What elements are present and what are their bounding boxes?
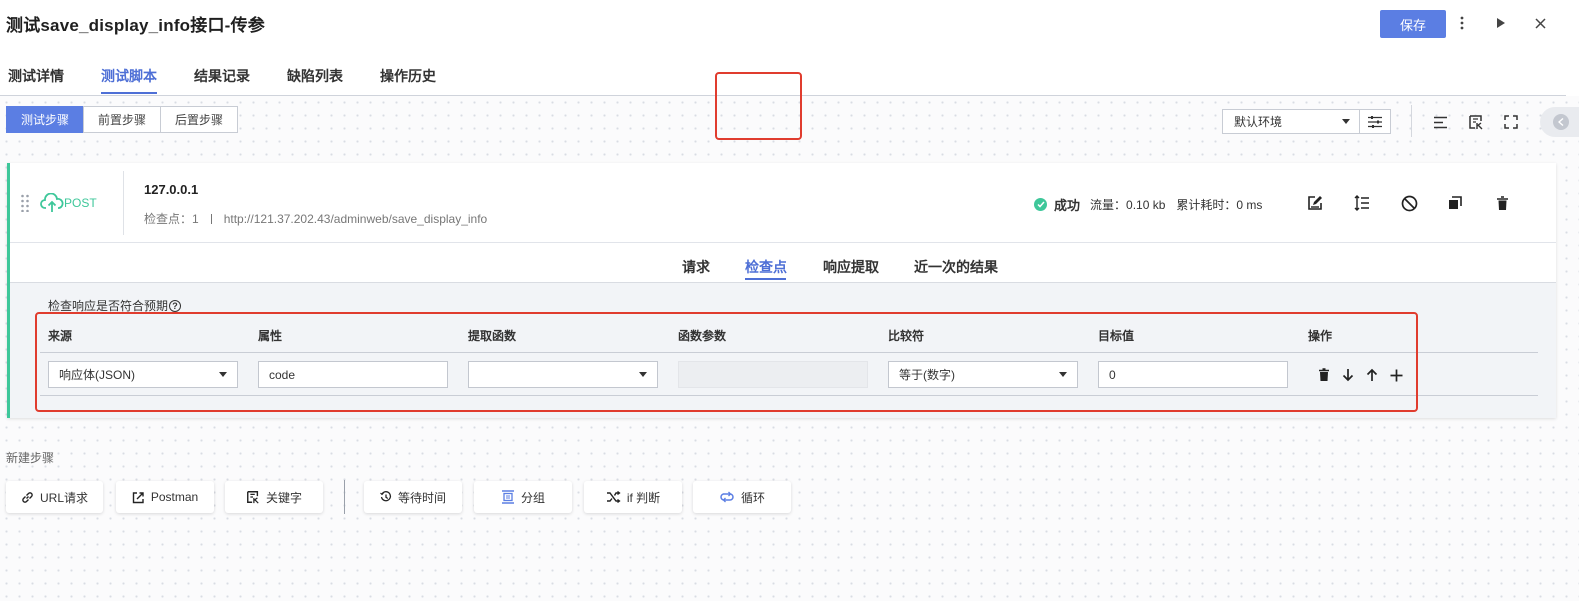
new-keyword-button[interactable]: 关键字 [225, 481, 323, 513]
sub-tab-request[interactable]: 请求 [682, 257, 710, 277]
chevron-left-icon [1553, 114, 1569, 130]
run-icon[interactable] [1489, 11, 1513, 35]
tab-defect-list[interactable]: 缺陷列表 [287, 66, 343, 94]
sub-tab-checkpoint[interactable]: 检查点 [745, 257, 787, 277]
keyword-icon [247, 491, 259, 504]
link-icon [22, 491, 33, 503]
segment-pre-steps[interactable]: 前置步骤 [83, 106, 162, 133]
save-button[interactable]: 保存 [1380, 10, 1446, 38]
disable-icon[interactable] [1399, 193, 1419, 213]
toolbar-separator [1411, 105, 1412, 137]
group-icon [501, 490, 514, 504]
step-sub-tabs: 请求 检查点 响应提取 近一次的结果 [10, 243, 1556, 283]
close-icon[interactable] [1528, 11, 1552, 35]
step-type-segmented: 测试步骤 前置步骤 后置步骤 [6, 106, 239, 133]
main-tabs: 测试详情 测试脚本 结果记录 缺陷列表 操作历史 [8, 66, 473, 94]
copy-icon[interactable] [1445, 193, 1465, 213]
new-postman-button[interactable]: Postman [116, 481, 214, 513]
keyword-view-icon[interactable] [1465, 111, 1487, 133]
checkpoint-count: 1 [192, 211, 199, 226]
import-icon [132, 491, 144, 503]
new-group-button[interactable]: 分组 [474, 481, 572, 513]
new-step-separator [344, 480, 345, 514]
segment-post-steps[interactable]: 后置步骤 [160, 106, 239, 133]
highlight-checkpoint-table [35, 312, 1418, 412]
side-panel-toggle[interactable] [1540, 107, 1579, 137]
fullscreen-icon[interactable] [1500, 111, 1522, 133]
sliders-icon [1368, 115, 1382, 128]
new-if-button[interactable]: if 判断 [584, 481, 682, 513]
drag-handle-icon[interactable] [20, 194, 30, 213]
new-wait-button[interactable]: 等待时间 [364, 481, 462, 513]
delete-icon[interactable] [1492, 193, 1512, 213]
traffic-value: 0.10 kb [1126, 197, 1166, 212]
loop-icon [720, 491, 734, 503]
more-icon[interactable] [1450, 11, 1474, 35]
new-step-label: 新建步骤 [6, 451, 55, 465]
elapsed-value: 0 ms [1236, 197, 1263, 212]
highlight-checkpoint-tab [715, 72, 802, 140]
elapsed-label: 累计耗时： [1176, 198, 1237, 212]
tab-test-script[interactable]: 测试脚本 [101, 66, 157, 94]
new-loop-label: 循环 [740, 490, 765, 505]
sub-tab-active-indicator [745, 278, 786, 280]
status-text: 成功 [1054, 198, 1081, 213]
method-label: POST [64, 196, 97, 210]
cloud-upload-icon [40, 193, 64, 212]
new-postman-label: Postman [150, 490, 199, 504]
sub-tab-last-result[interactable]: 近一次的结果 [914, 257, 998, 277]
shuffle-icon [606, 491, 621, 503]
new-url-request-button[interactable]: URL请求 [6, 481, 103, 513]
segment-test-steps[interactable]: 测试步骤 [6, 106, 85, 133]
card-separator [123, 171, 124, 235]
chevron-down-icon [1342, 119, 1350, 124]
checkpoint-label: 检查点： [144, 212, 193, 226]
new-keyword-label: 关键字 [265, 490, 302, 505]
timer-icon [380, 491, 392, 502]
list-view-icon[interactable] [1429, 111, 1451, 133]
step-host: 127.0.0.1 [144, 182, 199, 197]
new-if-label: if 判断 [626, 490, 661, 505]
new-group-label: 分组 [520, 490, 545, 505]
environment-selected-value: 默认环境 [1234, 115, 1283, 129]
traffic-label: 流量： [1090, 198, 1127, 212]
step-meta: 检查点： 1 http://121.37.202.43/adminweb/sav… [144, 210, 487, 227]
new-url-request-label: URL请求 [39, 490, 88, 505]
success-check-icon [1034, 198, 1047, 211]
step-url: http://121.37.202.43/adminweb/save_displ… [223, 211, 488, 226]
new-wait-label: 等待时间 [397, 490, 446, 505]
step-status: 成功 流量： 0.10 kb 累计耗时： 0 ms [1034, 195, 1262, 214]
http-method: POST [40, 193, 97, 213]
tab-test-details[interactable]: 测试详情 [8, 66, 64, 94]
step-card-header[interactable]: POST 127.0.0.1 检查点： 1 http://121.37.202.… [10, 163, 1556, 243]
sort-list-icon[interactable] [1352, 193, 1372, 213]
environment-select[interactable]: 默认环境 [1222, 109, 1360, 134]
page-title: 测试save_display_info接口-传参 [6, 16, 265, 35]
new-loop-button[interactable]: 循环 [693, 481, 791, 513]
help-icon[interactable]: ? [169, 299, 182, 312]
tab-result-records[interactable]: 结果记录 [194, 66, 250, 94]
edit-icon[interactable] [1305, 193, 1325, 213]
environment-settings-button[interactable] [1359, 109, 1391, 134]
tab-operation-history[interactable]: 操作历史 [380, 66, 436, 94]
meta-divider [210, 213, 212, 224]
sub-tab-response-extract[interactable]: 响应提取 [823, 257, 879, 277]
